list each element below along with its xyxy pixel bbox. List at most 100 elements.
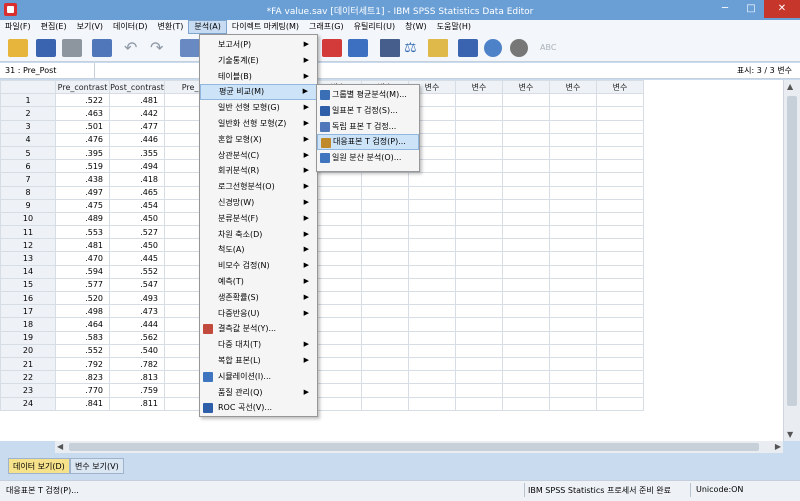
data-cell[interactable] — [361, 198, 409, 213]
go-to-case-icon[interactable] — [180, 39, 200, 57]
data-cell[interactable] — [361, 185, 409, 200]
data-cell[interactable] — [455, 396, 503, 411]
menu-item-복합-표본[interactable]: 복합 표본(L) ▶ — [200, 353, 317, 369]
menu-item-독립-표본-t-검정[interactable]: 독립 표본 T 검정... — [317, 119, 419, 135]
row-number[interactable]: 16 — [0, 290, 56, 306]
row-number[interactable]: 4 — [0, 132, 56, 147]
row-number[interactable]: 21 — [0, 356, 56, 372]
menu-item-일반-선형-모형[interactable]: 일반 선형 모형(G) ▶ — [200, 100, 317, 116]
data-cell[interactable] — [455, 132, 503, 147]
data-cell[interactable]: .562 — [109, 330, 165, 345]
data-cell[interactable] — [549, 304, 597, 319]
row-number[interactable]: 7 — [0, 172, 56, 187]
menu-item-평균-비교[interactable]: 평균 비교(M) ▶ — [200, 84, 317, 101]
row-number[interactable]: 20 — [0, 343, 56, 358]
data-cell[interactable]: .823 — [55, 370, 110, 385]
data-cell[interactable]: .465 — [109, 185, 165, 200]
recall-dialog-icon[interactable] — [92, 39, 112, 57]
row-number[interactable]: 17 — [0, 304, 56, 319]
menu-item-품질-관리[interactable]: 품질 관리(Q) ▶ — [200, 385, 317, 401]
data-cell[interactable] — [549, 290, 597, 306]
data-cell[interactable] — [596, 370, 644, 385]
data-cell[interactable]: .493 — [109, 290, 165, 306]
use-variable-sets-icon[interactable] — [484, 39, 502, 57]
menu-view[interactable]: 보기(V) — [72, 20, 108, 34]
scroll-down-icon[interactable]: ▼ — [787, 430, 793, 439]
data-cell[interactable] — [455, 159, 503, 174]
data-cell[interactable] — [361, 383, 409, 398]
data-cell[interactable] — [549, 330, 597, 345]
row-number[interactable]: 3 — [0, 119, 56, 134]
data-cell[interactable] — [455, 330, 503, 345]
data-cell[interactable] — [502, 159, 550, 174]
data-cell[interactable] — [502, 356, 550, 372]
data-cell[interactable]: .438 — [55, 172, 110, 187]
data-cell[interactable]: .841 — [55, 396, 110, 411]
row-number[interactable]: 13 — [0, 251, 56, 266]
data-cell[interactable]: .552 — [55, 343, 110, 358]
data-cell[interactable] — [408, 383, 456, 398]
data-cell[interactable] — [408, 356, 456, 372]
data-cell[interactable] — [455, 343, 503, 358]
data-cell[interactable] — [314, 317, 362, 332]
data-cell[interactable]: .577 — [55, 277, 110, 293]
data-cell[interactable] — [549, 383, 597, 398]
menu-item-생존확률[interactable]: 생존확률(S) ▶ — [200, 290, 317, 306]
data-cell[interactable] — [361, 238, 409, 253]
menu-item-그룹별-평균분석[interactable]: 그룹별 평균분석(M)... — [317, 87, 419, 103]
row-number[interactable]: 9 — [0, 198, 56, 213]
data-cell[interactable]: .481 — [55, 238, 110, 253]
data-cell[interactable]: .481 — [109, 93, 165, 108]
menu-item-roc-곡선[interactable]: ROC 곡선(V)... — [200, 400, 317, 416]
row-number[interactable]: 14 — [0, 264, 56, 279]
data-cell[interactable] — [455, 383, 503, 398]
data-cell[interactable] — [314, 277, 362, 293]
data-cell[interactable] — [596, 383, 644, 398]
redo-icon[interactable]: ↷ — [150, 39, 170, 57]
data-cell[interactable] — [455, 356, 503, 372]
data-cell[interactable] — [455, 290, 503, 306]
data-cell[interactable] — [408, 317, 456, 332]
menu-direct-marketing[interactable]: 다이렉트 마케팅(M) — [227, 20, 304, 34]
data-cell[interactable] — [408, 343, 456, 358]
data-cell[interactable] — [596, 356, 644, 372]
row-number[interactable]: 18 — [0, 317, 56, 332]
menu-item-예측[interactable]: 예측(T) ▶ — [200, 274, 317, 290]
row-number[interactable]: 5 — [0, 145, 56, 161]
data-cell[interactable]: .497 — [55, 185, 110, 200]
data-cell[interactable]: .552 — [109, 264, 165, 279]
data-cell[interactable]: .477 — [109, 119, 165, 134]
data-cell[interactable] — [502, 343, 550, 358]
spell-check-icon[interactable]: ABC — [540, 39, 560, 57]
data-cell[interactable]: .553 — [55, 225, 110, 240]
data-cell[interactable] — [549, 145, 597, 161]
row-number[interactable]: 2 — [0, 106, 56, 121]
data-cell[interactable] — [361, 277, 409, 293]
data-cell[interactable] — [408, 304, 456, 319]
select-cases-icon[interactable] — [348, 39, 368, 57]
menu-item-신경망[interactable]: 신경망(W) ▶ — [200, 195, 317, 211]
data-cell[interactable]: .476 — [55, 132, 110, 147]
data-cell[interactable] — [596, 330, 644, 345]
data-cell[interactable] — [502, 172, 550, 187]
data-cell[interactable] — [361, 251, 409, 266]
menu-item-분류분석[interactable]: 분류분석(F) ▶ — [200, 211, 317, 227]
row-number[interactable]: 11 — [0, 225, 56, 240]
data-cell[interactable] — [596, 238, 644, 253]
column-header[interactable]: 변수 — [549, 80, 597, 95]
data-cell[interactable] — [408, 198, 456, 213]
data-cell[interactable] — [596, 343, 644, 358]
data-cell[interactable] — [314, 290, 362, 306]
data-cell[interactable] — [596, 225, 644, 240]
data-cell[interactable]: .355 — [109, 145, 165, 161]
row-number[interactable]: 24 — [0, 396, 56, 411]
row-number[interactable]: 15 — [0, 277, 56, 293]
data-cell[interactable] — [596, 106, 644, 121]
maximize-button[interactable]: □ — [738, 0, 764, 18]
row-number[interactable]: 1 — [0, 93, 56, 108]
data-cell[interactable] — [549, 317, 597, 332]
data-cell[interactable] — [596, 396, 644, 411]
scroll-up-icon[interactable]: ▲ — [787, 82, 793, 91]
data-cell[interactable] — [314, 211, 362, 227]
data-cell[interactable] — [549, 211, 597, 227]
